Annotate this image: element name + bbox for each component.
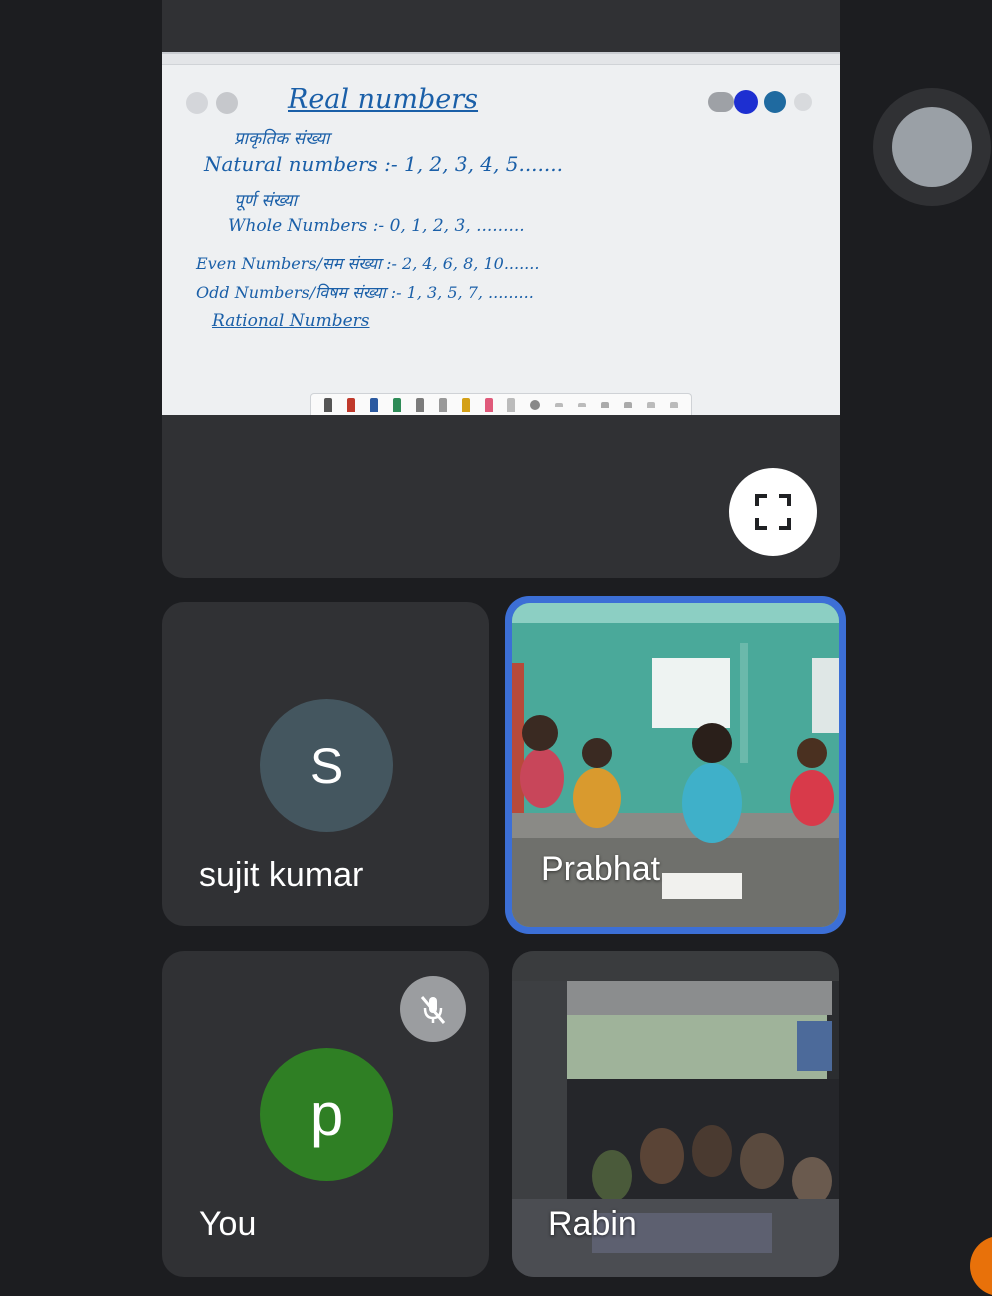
- fullscreen-button[interactable]: [729, 468, 817, 556]
- avatar: S: [260, 699, 393, 832]
- whiteboard-line: Whole Numbers :- 0, 1, 2, 3, .........: [228, 216, 525, 236]
- pen-icon: [438, 397, 447, 412]
- undo-icon: [646, 401, 655, 408]
- whiteboard-line: Odd Numbers/विषम संख्या :- 1, 3, 5, 7, .…: [196, 283, 534, 302]
- whiteboard-toolbar: [310, 393, 692, 415]
- whiteboard-line: Even Numbers/सम संख्या :- 2, 4, 6, 8, 10…: [196, 254, 540, 273]
- participant-name: Prabhat: [541, 850, 661, 888]
- shared-screen: Real numbers प्राकृतिक संख्या Natural nu…: [162, 52, 840, 415]
- participant-name: Rabin: [548, 1205, 637, 1243]
- pen-icon: [370, 397, 379, 412]
- window-titlebar: [162, 54, 840, 65]
- whiteboard-line: पूर्ण संख्या: [234, 191, 298, 211]
- floating-control[interactable]: [873, 88, 991, 206]
- whiteboard-title: Real numbers: [288, 84, 479, 115]
- whiteboard-line: Rational Numbers: [212, 311, 370, 331]
- participant-name: You: [199, 1205, 257, 1243]
- participant-tile-sujit[interactable]: S sujit kumar: [162, 602, 489, 926]
- pen-icon: [347, 397, 356, 412]
- participant-tile-rabin[interactable]: Rabin: [512, 951, 839, 1277]
- participant-tile-you[interactable]: p You: [162, 951, 489, 1277]
- floating-action-button[interactable]: [970, 1236, 992, 1296]
- fullscreen-icon: [755, 494, 791, 530]
- tool-icon: [555, 402, 564, 407]
- back-icon: [186, 92, 208, 114]
- marker-icon: [484, 397, 493, 412]
- whiteboard-line: प्राकृतिक संख्या: [234, 129, 330, 149]
- user-badge-icon: [734, 90, 758, 114]
- pen-icon: [393, 397, 402, 412]
- pen-icon: [415, 397, 424, 412]
- menu-icon: [216, 92, 238, 114]
- redo-icon: [669, 401, 678, 408]
- participant-tile-prabhat[interactable]: Prabhat: [505, 596, 846, 934]
- presentation-tile[interactable]: Real numbers प्राकृतिक संख्या Natural nu…: [162, 0, 840, 578]
- mute-indicator-button[interactable]: [400, 976, 466, 1042]
- avatar: p: [260, 1048, 393, 1181]
- toggle-icon: [708, 92, 734, 112]
- shape-icon: [530, 399, 541, 410]
- whiteboard-line: Natural numbers :- 1, 2, 3, 4, 5.......: [204, 152, 563, 176]
- user-badge-icon: [764, 91, 786, 113]
- pen-icon: [324, 397, 333, 412]
- highlighter-icon: [461, 397, 470, 412]
- participant-name: sujit kumar: [199, 856, 364, 894]
- more-icon: [794, 93, 812, 111]
- eraser-icon: [507, 397, 516, 412]
- tool-icon: [623, 401, 632, 408]
- tool-icon: [600, 401, 609, 408]
- tool-icon: [578, 402, 587, 407]
- floating-control-inner: [892, 107, 972, 187]
- mic-off-icon: [420, 996, 446, 1024]
